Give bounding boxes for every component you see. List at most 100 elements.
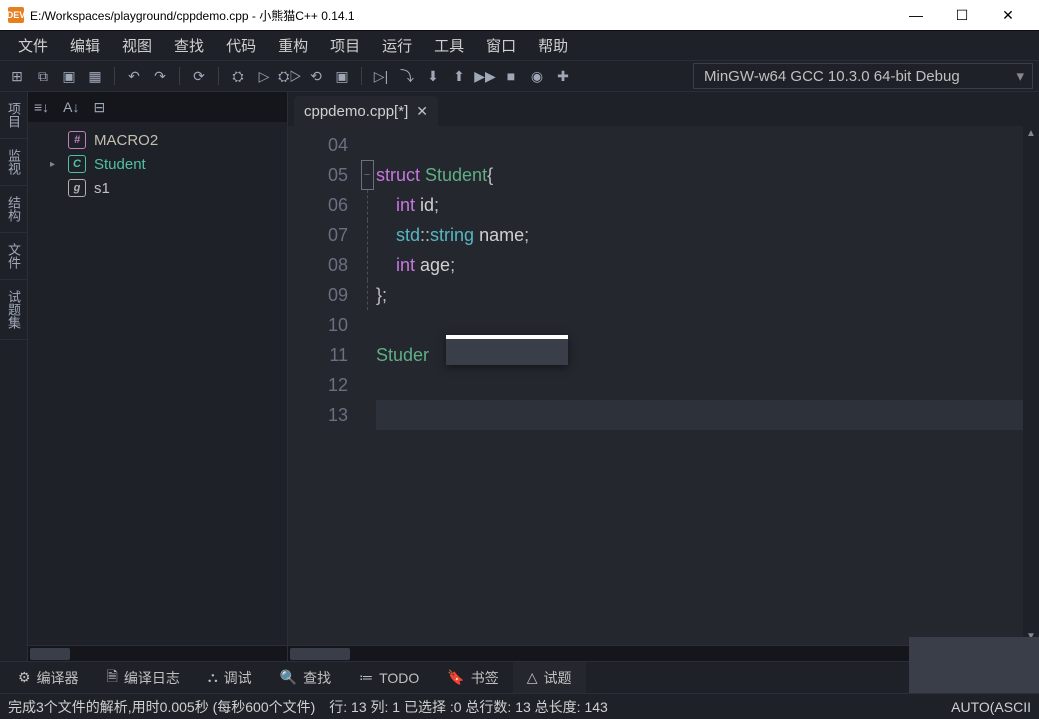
tab-label: 编译器 [37, 668, 79, 688]
tab-label: 书签 [471, 668, 499, 688]
alpha-sort-icon[interactable]: A↓ [63, 99, 79, 115]
menu-9[interactable]: 窗口 [476, 31, 526, 60]
structure-item-MACRO2[interactable]: #MACRO2 [28, 128, 287, 152]
kind-badge: g [68, 179, 86, 197]
bottom-tab-4[interactable]: ≔ TODO [345, 663, 433, 692]
compile-run-icon[interactable]: ⛭▷ [279, 65, 301, 87]
code-line[interactable]: int age; [376, 250, 1023, 280]
tab-icon: △ [527, 669, 538, 686]
item-label: s1 [94, 180, 110, 197]
code-line[interactable]: int id; [376, 190, 1023, 220]
tab-icon: ≔ [359, 669, 373, 686]
tree-view-icon[interactable]: ⊟ [94, 99, 106, 116]
bottom-tab-bar: ⚙ 编译器 🗎编译日志⛬调试 🔍 查找 ≔ TODO 🔖 书签 △试题 [0, 661, 1039, 693]
step-over-icon[interactable]: ⤵ [396, 65, 418, 87]
horizontal-scrollbar[interactable] [28, 645, 287, 661]
tab-label: 查找 [303, 668, 331, 688]
fold-cell [358, 370, 376, 400]
code-editor[interactable]: 04050607080910111213 − struct Student{ i… [288, 126, 1039, 645]
menu-8[interactable]: 工具 [424, 31, 474, 60]
maximize-button[interactable]: ☐ [939, 0, 985, 30]
close-button[interactable]: ✕ [985, 0, 1031, 30]
line-number: 10 [288, 310, 348, 340]
compile-icon[interactable]: ⛭ [227, 65, 249, 87]
menu-bar: 文件编辑视图查找代码重构项目运行工具窗口帮助 [0, 30, 1039, 60]
bottom-tab-2[interactable]: ⛬调试 [194, 662, 266, 694]
bottom-tab-3[interactable]: 🔍 查找 [266, 662, 345, 694]
title-bar: DEV E:/Workspaces/playground/cppdemo.cpp… [0, 0, 1039, 30]
code-content[interactable]: struct Student{ int id; std::string name… [376, 126, 1023, 645]
save-all-icon[interactable]: ▦ [84, 65, 106, 87]
main-toolbar: ⊞ ⧉ ▣ ▦ ↶ ↷ ⟳ ⛭ ▷ ⛭▷ ⟲ ▣ ▷| ⤵ ⬇ ⬆ ▶▶ ■ ◉… [0, 60, 1039, 92]
main-area: 项目监视结构文件试题集 ≡↓ A↓ ⊟ #MACRO2▸CStudentgs1 … [0, 92, 1039, 661]
continue-icon[interactable]: ▶▶ [474, 65, 496, 87]
code-line[interactable] [376, 370, 1023, 400]
tab-icon: 🔖 [447, 669, 464, 686]
code-line[interactable]: struct Student{ [376, 160, 1023, 190]
bottom-tab-5[interactable]: 🔖 书签 [433, 662, 512, 694]
menu-6[interactable]: 项目 [320, 31, 370, 60]
line-number: 04 [288, 130, 348, 160]
tab-label: TODO [379, 670, 419, 686]
rail-1[interactable]: 监视 [0, 139, 27, 186]
fold-cell [358, 400, 376, 430]
status-bar: 完成3个文件的解析,用时0.005秒 (每秒600个文件) 行: 13 列: 1… [0, 693, 1039, 719]
line-number: 07 [288, 220, 348, 250]
structure-item-s1[interactable]: g s1 [28, 176, 287, 200]
undo-icon[interactable]: ↶ [123, 65, 145, 87]
bottom-tab-1[interactable]: 🗎编译日志 [93, 660, 194, 696]
bottom-tab-6[interactable]: △试题 [513, 662, 586, 694]
kind-badge: # [68, 131, 86, 149]
new-file-icon[interactable]: ⊞ [6, 65, 28, 87]
compiler-dropdown[interactable]: MinGW-w64 GCC 10.3.0 64-bit Debug [693, 63, 1033, 89]
rail-3[interactable]: 文件 [0, 233, 27, 280]
stop-icon[interactable]: ▣ [331, 65, 353, 87]
line-number: 13 [288, 400, 348, 430]
rail-4[interactable]: 试题集 [0, 280, 27, 340]
breakpoint-icon[interactable]: ◉ [526, 65, 548, 87]
menu-4[interactable]: 代码 [216, 31, 266, 60]
fold-cell [358, 250, 376, 280]
menu-5[interactable]: 重构 [268, 31, 318, 60]
menu-1[interactable]: 编辑 [60, 31, 110, 60]
step-out-icon[interactable]: ⬆ [448, 65, 470, 87]
select-icon[interactable]: ⟳ [188, 65, 210, 87]
menu-0[interactable]: 文件 [8, 31, 58, 60]
rebuild-icon[interactable]: ⟲ [305, 65, 327, 87]
save-icon[interactable]: ▣ [58, 65, 80, 87]
menu-2[interactable]: 视图 [112, 31, 162, 60]
fold-toggle-icon[interactable]: − [361, 160, 374, 190]
watch-icon[interactable]: ✚ [552, 65, 574, 87]
rail-0[interactable]: 项目 [0, 92, 27, 139]
open-icon[interactable]: ⧉ [32, 65, 54, 87]
bottom-tab-0[interactable]: ⚙ 编译器 [4, 662, 93, 694]
step-into-icon[interactable]: ⬇ [422, 65, 444, 87]
autocomplete-popup[interactable] [446, 335, 568, 365]
tab-icon: 🔍 [280, 669, 297, 686]
code-line[interactable] [376, 130, 1023, 160]
tab-close-icon[interactable]: ✕ [416, 103, 428, 120]
tab-icon: ⚙ [18, 669, 31, 686]
expand-icon[interactable]: ▸ [50, 159, 60, 170]
code-line[interactable]: std::string name; [376, 220, 1023, 250]
debug-icon[interactable]: ▷| [370, 65, 392, 87]
structure-item-Student[interactable]: ▸CStudent [28, 152, 287, 176]
item-label: Student [94, 156, 146, 173]
file-tab[interactable]: cppdemo.cpp[*] ✕ [294, 96, 438, 126]
redo-icon[interactable]: ↷ [149, 65, 171, 87]
sort-icon[interactable]: ≡↓ [34, 99, 49, 115]
separator [361, 67, 362, 85]
app-icon: DEV [8, 7, 24, 23]
rail-2[interactable]: 结构 [0, 186, 27, 233]
menu-7[interactable]: 运行 [372, 31, 422, 60]
stop-debug-icon[interactable]: ■ [500, 65, 522, 87]
minimize-button[interactable]: — [893, 0, 939, 30]
code-line[interactable]: }; [376, 280, 1023, 310]
code-line[interactable] [376, 400, 1023, 430]
run-icon[interactable]: ▷ [253, 65, 275, 87]
menu-10[interactable]: 帮助 [528, 31, 578, 60]
vertical-scrollbar[interactable]: ▲ ▼ [1023, 126, 1039, 645]
scroll-up-icon[interactable]: ▲ [1023, 126, 1039, 142]
fold-cell [358, 310, 376, 340]
menu-3[interactable]: 查找 [164, 31, 214, 60]
